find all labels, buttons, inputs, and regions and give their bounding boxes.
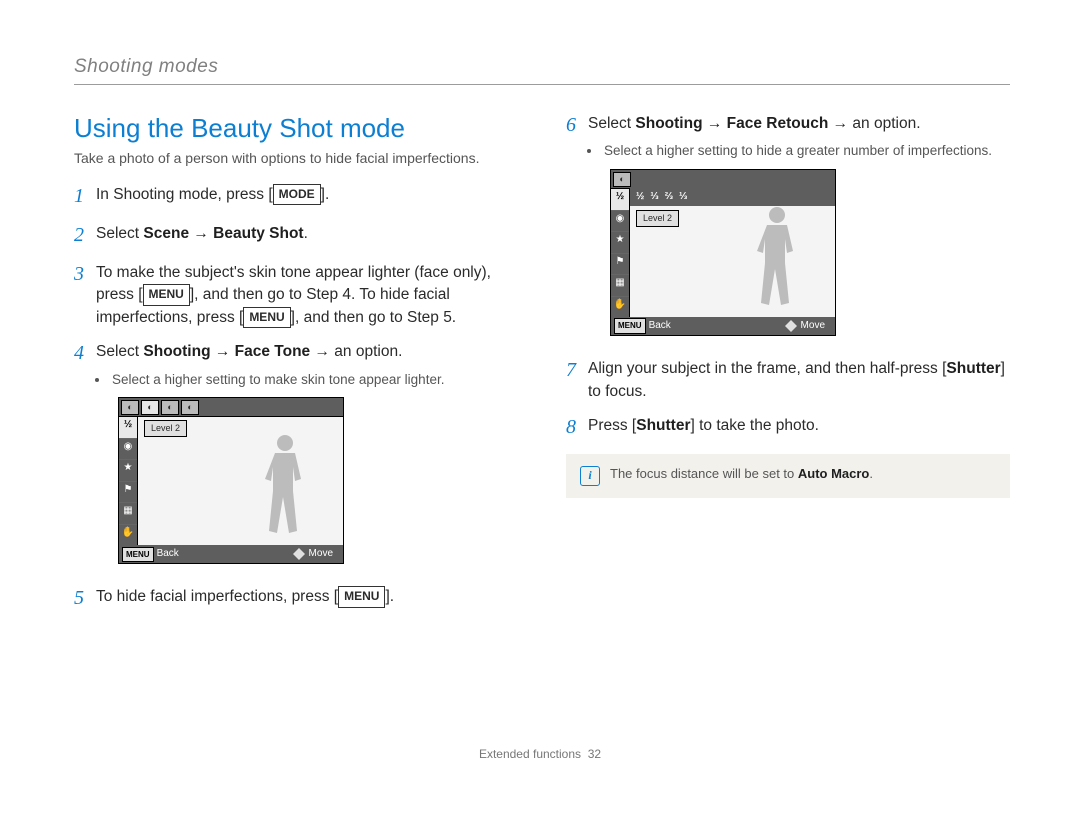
hand-icon: ✋: [119, 525, 137, 546]
step-6-bullet: Select a higher setting to hide a greate…: [602, 141, 1010, 161]
lcd-tab-icon: ◐: [121, 400, 139, 415]
nav-diamond-icon: [293, 548, 305, 560]
nav-diamond-icon: [785, 320, 797, 332]
half-fraction-icon: ½: [611, 189, 629, 211]
menu-key: MENU: [338, 586, 385, 607]
info-icon: i: [580, 466, 600, 486]
step-number: 7: [566, 356, 588, 385]
step-2-text: Select Scene → Beauty Shot.: [96, 223, 518, 245]
lcd-level-label: Level 2: [144, 420, 187, 437]
person-silhouette-icon: [253, 433, 315, 535]
step-number: 8: [566, 413, 588, 442]
section-intro: Take a photo of a person with options to…: [74, 150, 518, 166]
section-title: Using the Beauty Shot mode: [74, 113, 518, 144]
menu-key: MENU: [243, 307, 290, 328]
face-icon: ◉: [611, 211, 629, 233]
step-number: 5: [74, 584, 96, 613]
star-icon: ★: [119, 460, 137, 482]
step-number: 4: [74, 339, 96, 368]
page-footer: Extended functions 32: [0, 747, 1080, 761]
step-3-text: To make the subject's skin tone appear l…: [96, 262, 518, 329]
lcd-back-label: Back: [157, 547, 179, 562]
fraction-option: ⅓: [679, 190, 687, 205]
step-6-text: Select Shooting → Face Retouch → an opti…: [588, 113, 1010, 346]
step-4-text: Select Shooting → Face Tone → an option.…: [96, 341, 518, 574]
step-5-text: To hide facial imperfections, press [MEN…: [96, 586, 518, 608]
column-left: Using the Beauty Shot mode Take a photo …: [74, 113, 518, 625]
step-number: 6: [566, 111, 588, 140]
mode-key: MODE: [273, 184, 321, 205]
lcd-move-label: Move: [801, 319, 825, 334]
grid-icon: ▦: [611, 275, 629, 297]
menu-key-small: MENU: [122, 547, 154, 563]
menu-key-small: MENU: [614, 318, 646, 334]
face-icon: ◉: [119, 439, 137, 461]
flag-icon: ⚑: [119, 482, 137, 504]
lcd-move-label: Move: [309, 547, 333, 562]
info-note-text: The focus distance will be set to Auto M…: [610, 466, 873, 481]
step-1-text: In Shooting mode, press [MODE].: [96, 184, 518, 206]
lcd-tab-icon: ◐: [181, 400, 199, 415]
step-number: 3: [74, 260, 96, 289]
column-right: 6 Select Shooting → Face Retouch → an op…: [566, 113, 1010, 625]
lcd-tab-icon: ◐: [141, 400, 159, 415]
lcd-back-label: Back: [649, 319, 671, 334]
info-note: i The focus distance will be set to Auto…: [566, 454, 1010, 498]
lcd-side-icon-strip: ½ ◉ ★ ⚑ ▦ ✋: [119, 417, 138, 545]
step-number: 2: [74, 221, 96, 250]
fraction-option: ⅔: [665, 190, 673, 205]
step-4-bullet: Select a higher setting to make skin ton…: [110, 370, 518, 390]
step-8-text: Press [Shutter] to take the photo.: [588, 415, 1010, 437]
step-number: 1: [74, 182, 96, 211]
half-fraction-icon: ½: [119, 417, 137, 439]
camera-lcd-face-retouch: ◐ ½ ◉ ★ ⚑ ▦ ✋: [610, 169, 836, 336]
lcd-tab-icon: ◐: [161, 400, 179, 415]
fraction-option: ⅓: [650, 190, 658, 205]
person-silhouette-icon: [745, 205, 807, 307]
chapter-header: Shooting modes: [74, 56, 1010, 85]
lcd-side-icon-strip: ½ ◉ ★ ⚑ ▦ ✋: [611, 189, 630, 317]
lcd-level-label: Level 2: [636, 210, 679, 227]
flag-icon: ⚑: [611, 254, 629, 276]
camera-lcd-face-tone: ◐ ◐ ◐ ◐ ½ ◉ ★ ⚑: [118, 397, 344, 564]
grid-icon: ▦: [119, 503, 137, 525]
step-7-text: Align your subject in the frame, and the…: [588, 358, 1010, 403]
lcd-tab-icon: ◐: [613, 172, 631, 187]
star-icon: ★: [611, 232, 629, 254]
hand-icon: ✋: [611, 297, 629, 318]
menu-key: MENU: [143, 284, 190, 305]
fraction-option: ½: [636, 190, 644, 205]
